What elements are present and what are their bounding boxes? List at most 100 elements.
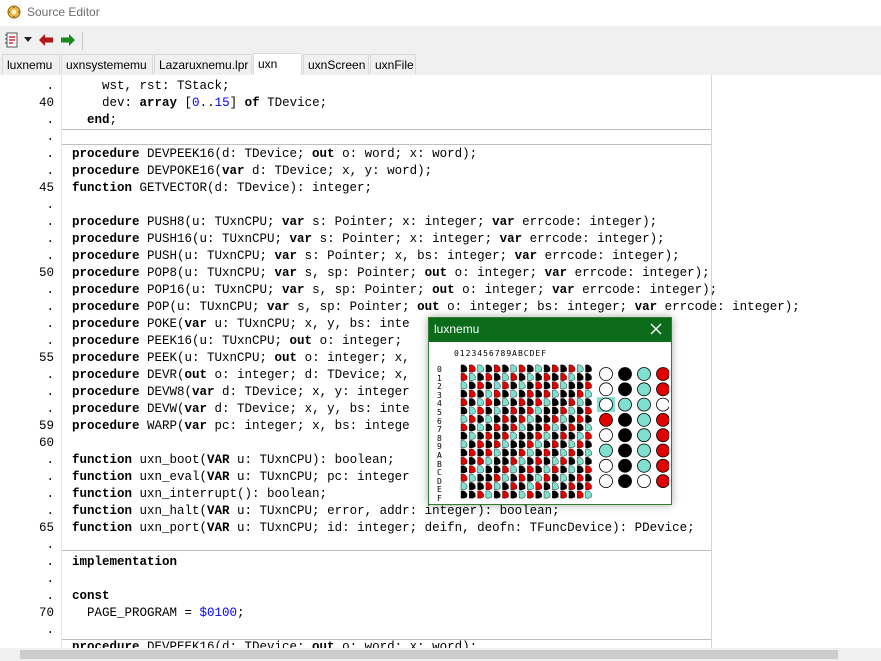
tab-lazaruxnemu-lpr[interactable]: Lazaruxnemu.lpr: [154, 54, 252, 74]
tab-uxnscreen[interactable]: uxnScreen: [303, 54, 369, 74]
sprite-tile: [543, 490, 551, 499]
tab-uxnfile[interactable]: uxnFile: [370, 54, 416, 74]
keyword-token: procedure: [72, 283, 140, 297]
sprite-tile: [552, 490, 559, 499]
sprite-tile: [577, 373, 584, 381]
sprite-tile: [469, 415, 476, 423]
sprite-tile: [535, 440, 542, 449]
code-token: PUSH16(u: TUxnCPU;: [139, 232, 290, 246]
sprite-tile: [560, 448, 567, 457]
sprite-tile: [510, 482, 517, 491]
right-margin-line: [711, 75, 712, 648]
sprite-tile: [585, 457, 592, 465]
sprite-tile: [469, 389, 476, 398]
back-button[interactable]: [37, 31, 55, 49]
popup-title-bar[interactable]: luxnemu: [429, 318, 671, 342]
code-token: TDevice;: [259, 96, 328, 110]
sprite-tile: [460, 406, 468, 415]
code-token: errcode: integer);: [567, 266, 710, 280]
sprite-tile: [527, 423, 534, 432]
sprite-tile: [535, 389, 542, 398]
keyword-token: procedure: [72, 215, 140, 229]
luxnemu-window[interactable]: luxnemu 0123456789ABCDEF 0123456789ABCDE…: [428, 317, 672, 505]
sprite-tile: [585, 473, 592, 482]
code-line: PAGE_PROGRAM = $0100;: [72, 605, 245, 622]
sprite-tile: [469, 490, 476, 499]
sprite-tile: [494, 415, 501, 423]
horizontal-scrollbar[interactable]: [0, 648, 881, 661]
sprite-tile: [469, 440, 476, 449]
code-token: o: integer;: [454, 283, 553, 297]
sprite-tile: [510, 490, 517, 499]
code-line: function uxn_interrupt(): boolean;: [72, 486, 327, 503]
keyword-token: function: [72, 521, 133, 535]
sprite-tile: [552, 465, 559, 474]
keyword-token: out: [424, 266, 448, 280]
sprite-tile: [568, 415, 576, 423]
sprite-tile: [585, 423, 592, 432]
code-token: o: integer; x,: [297, 351, 410, 365]
sprite-tile: [460, 364, 468, 373]
palette-swatch: [599, 474, 613, 488]
sprite-tile: [585, 415, 592, 423]
sprite-tile: [577, 482, 584, 491]
sprite-tile: [469, 364, 476, 373]
sprite-tile: [543, 373, 551, 381]
sprite-tile: [485, 373, 493, 381]
sprite-tile: [527, 364, 534, 373]
sprite-tile: [577, 423, 584, 432]
sprite-tile: [577, 448, 584, 457]
sprite-tile: [469, 457, 476, 465]
close-button[interactable]: [647, 321, 665, 339]
forward-button[interactable]: [59, 31, 77, 49]
keyword-token: var: [184, 317, 208, 331]
tab-uxnsystememu[interactable]: uxnsystememu: [61, 54, 153, 74]
keyword-token: out: [274, 351, 298, 365]
tab-luxnemu[interactable]: luxnemu: [2, 54, 60, 74]
file-options-button[interactable]: [3, 31, 21, 49]
code-token: o: integer;: [447, 266, 545, 280]
sprite-tile: [552, 431, 559, 440]
sprite-tile: [527, 406, 534, 415]
sprite-tile: [460, 381, 468, 390]
sprite-tile: [552, 381, 559, 390]
scrollbar-thumb[interactable]: [20, 650, 838, 659]
sprite-tile: [535, 423, 542, 432]
line-number: .: [46, 79, 54, 93]
sprite-tile: [577, 398, 584, 407]
code-token: errcode: integer);: [522, 232, 665, 246]
tab-uxn[interactable]: uxn: [253, 53, 302, 75]
sprite-tile: [552, 473, 559, 482]
sprite-tile: [502, 389, 509, 398]
sprite-tile: [577, 415, 584, 423]
sprite-tile: [535, 373, 542, 381]
code-line: procedure PUSH16(u: TUxnCPU; var s: Poin…: [72, 231, 665, 248]
sprite-tile: [585, 406, 592, 415]
sprite-tile: [535, 398, 542, 407]
sprite-tile: [527, 465, 534, 474]
sprite-tile: [535, 431, 542, 440]
code-line: end;: [72, 112, 117, 129]
sprite-tile: [469, 473, 476, 482]
sprite-tile: [502, 465, 509, 474]
sprite-tile: [469, 381, 476, 390]
file-options-dropdown[interactable]: [22, 31, 34, 49]
sprite-tile: [527, 431, 534, 440]
line-number: 40: [38, 96, 54, 110]
code-line: procedure POKE(var u: TUxnCPU; x, y, bs:…: [72, 316, 410, 333]
line-number: 70: [38, 606, 54, 620]
keyword-token: var: [282, 215, 305, 229]
palette-swatch: [618, 382, 632, 397]
keyword-token: function: [72, 504, 133, 518]
sprite-tile: [494, 381, 501, 390]
sprite-tile: [585, 364, 592, 373]
sprite-tile: [510, 373, 517, 381]
sprite-tile: [560, 381, 567, 390]
code-token: WARP(: [139, 419, 185, 433]
sprite-tile: [585, 431, 592, 440]
sprite-tile: [543, 406, 551, 415]
sprite-tile: [510, 473, 517, 482]
palette-swatch: [618, 428, 632, 443]
file-options-icon: [5, 32, 18, 48]
sprite-tile: [477, 457, 484, 465]
